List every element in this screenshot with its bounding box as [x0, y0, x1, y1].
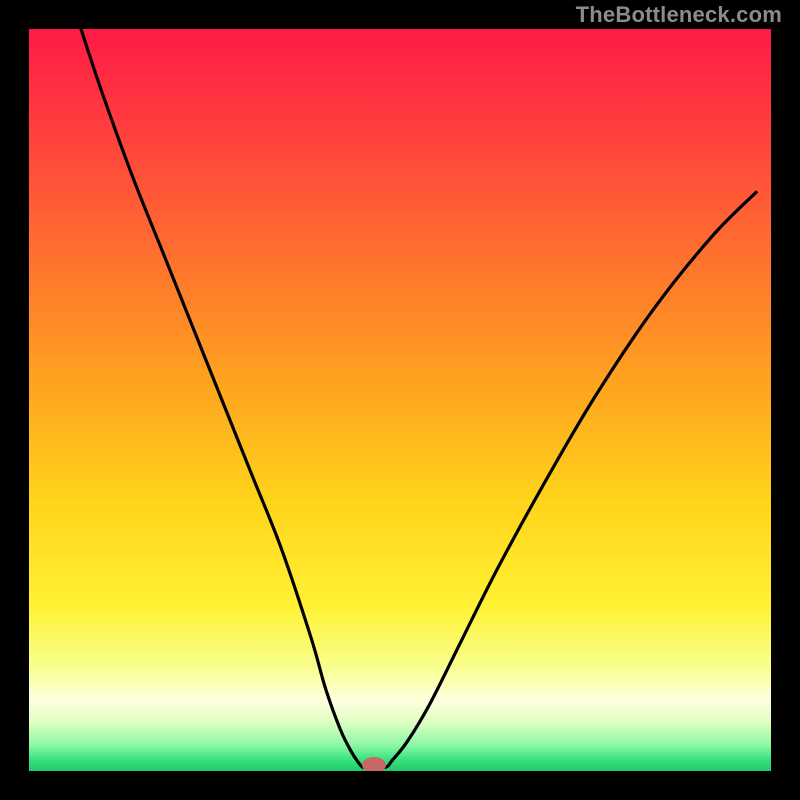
bottleneck-curve — [29, 29, 771, 771]
watermark-text: TheBottleneck.com — [576, 2, 782, 28]
optimal-point-marker — [362, 757, 386, 771]
plot-area — [29, 29, 771, 771]
chart-frame: TheBottleneck.com — [0, 0, 800, 800]
